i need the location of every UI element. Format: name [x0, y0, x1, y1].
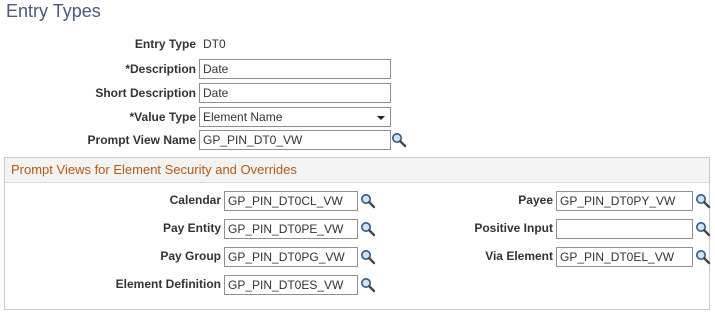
description-field[interactable]: Date: [199, 59, 391, 79]
value-type-select[interactable]: Element Name: [199, 107, 391, 127]
magnifier-icon[interactable]: [360, 277, 376, 293]
calendar-field[interactable]: GP_PIN_DT0CL_VW: [224, 191, 358, 211]
magnifier-icon[interactable]: [695, 193, 711, 209]
magnifier-icon[interactable]: [695, 249, 711, 265]
positive-input-label: Positive Input: [474, 221, 553, 235]
magnifier-icon[interactable]: [360, 193, 376, 209]
value-type-label: *Value Type: [129, 110, 196, 124]
pay-group-field[interactable]: GP_PIN_DT0PG_VW: [224, 247, 358, 267]
payee-label: Payee: [518, 193, 553, 207]
via-element-field[interactable]: GP_PIN_DT0EL_VW: [556, 247, 693, 267]
group-title: Prompt Views for Element Security and Ov…: [11, 162, 297, 177]
page-title: Entry Types: [6, 1, 101, 21]
magnifier-icon[interactable]: [360, 249, 376, 265]
pay-entity-field[interactable]: GP_PIN_DT0PE_VW: [224, 219, 358, 239]
entry-type-label: Entry Type: [134, 37, 196, 51]
pay-entity-label: Pay Entity: [162, 221, 221, 235]
via-element-label: Via Element: [485, 249, 553, 263]
short-description-field[interactable]: Date: [199, 83, 391, 103]
value-type-selected: Element Name: [203, 110, 283, 124]
element-definition-label: Element Definition: [115, 277, 221, 291]
prompt-view-name-label: Prompt View Name: [87, 133, 196, 147]
positive-input-field[interactable]: [556, 219, 693, 239]
payee-field[interactable]: GP_PIN_DT0PY_VW: [556, 191, 693, 211]
calendar-label: Calendar: [169, 193, 221, 207]
dropdown-caret-icon: [377, 116, 385, 120]
magnifier-icon[interactable]: [391, 132, 407, 148]
entry-type-value: DT0: [203, 37, 226, 51]
description-label: *Description: [125, 62, 196, 76]
short-description-label: Short Description: [95, 86, 196, 100]
magnifier-icon[interactable]: [695, 221, 711, 237]
pay-group-label: Pay Group: [160, 249, 221, 263]
element-definition-field[interactable]: GP_PIN_DT0ES_VW: [224, 275, 358, 295]
magnifier-icon[interactable]: [360, 221, 376, 237]
prompt-view-name-field[interactable]: GP_PIN_DT0_VW: [199, 130, 391, 150]
